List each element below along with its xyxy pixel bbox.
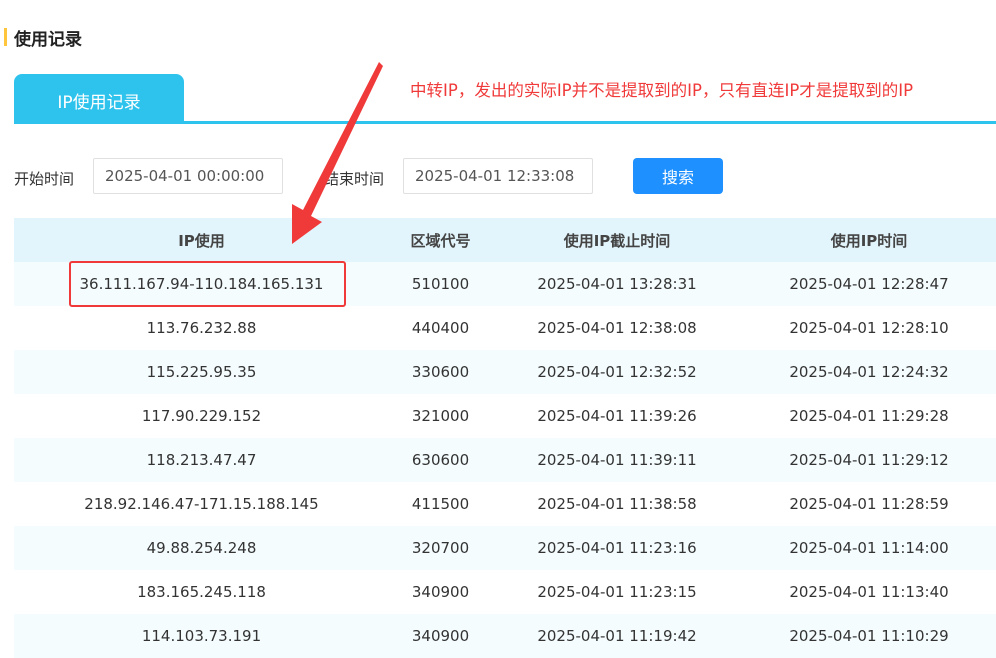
cell-region-code: 510100 — [389, 262, 492, 306]
cell-use-time: 2025-04-01 12:24:32 — [742, 350, 996, 394]
cell-expiry-time: 2025-04-01 11:38:58 — [492, 482, 742, 526]
cell-expiry-time: 2025-04-01 11:19:42 — [492, 614, 742, 658]
cell-ip: 183.165.245.118 — [14, 570, 389, 614]
cell-expiry-time: 2025-04-01 11:39:26 — [492, 394, 742, 438]
table-row: 36.111.167.94-110.184.165.131 510100 202… — [14, 262, 996, 306]
start-time-label: 开始时间 — [14, 170, 75, 188]
cell-expiry-time: 2025-04-01 12:32:52 — [492, 350, 742, 394]
table-row: 113.76.232.88 440400 2025-04-01 12:38:08… — [14, 306, 996, 350]
page-title: 使用记录 — [14, 29, 82, 50]
table-row: 118.213.47.47 630600 2025-04-01 11:39:11… — [14, 438, 996, 482]
cell-region-code: 340900 — [389, 614, 492, 658]
cell-region-code: 440400 — [389, 306, 492, 350]
cell-use-time: 2025-04-01 12:28:10 — [742, 306, 996, 350]
cell-use-time: 2025-04-01 11:28:59 — [742, 482, 996, 526]
cell-expiry-time: 2025-04-01 11:23:15 — [492, 570, 742, 614]
column-header-ip: IP使用 — [14, 218, 389, 262]
cell-ip: 36.111.167.94-110.184.165.131 — [14, 262, 389, 306]
cell-use-time: 2025-04-01 11:10:29 — [742, 614, 996, 658]
table-row: 117.90.229.152 321000 2025-04-01 11:39:2… — [14, 394, 996, 438]
cell-region-code: 340900 — [389, 570, 492, 614]
cell-use-time: 2025-04-01 11:13:40 — [742, 570, 996, 614]
cell-ip: 117.90.229.152 — [14, 394, 389, 438]
end-time-label: 结束时间 — [324, 170, 385, 188]
cell-region-code: 330600 — [389, 350, 492, 394]
cell-use-time: 2025-04-01 11:29:28 — [742, 394, 996, 438]
cell-use-time: 2025-04-01 11:14:00 — [742, 526, 996, 570]
cell-region-code: 411500 — [389, 482, 492, 526]
table-row: 114.103.73.191 340900 2025-04-01 11:19:4… — [14, 614, 996, 658]
cell-expiry-time: 2025-04-01 11:23:16 — [492, 526, 742, 570]
cell-expiry-time: 2025-04-01 11:39:11 — [492, 438, 742, 482]
column-header-use-time: 使用IP时间 — [742, 218, 996, 262]
cell-region-code: 321000 — [389, 394, 492, 438]
cell-use-time: 2025-04-01 12:28:47 — [742, 262, 996, 306]
table-row: 183.165.245.118 340900 2025-04-01 11:23:… — [14, 570, 996, 614]
cell-ip: 115.225.95.35 — [14, 350, 389, 394]
cell-ip: 113.76.232.88 — [14, 306, 389, 350]
annotation-note: 中转IP，发出的实际IP并不是提取到的IP，只有直连IP才是提取到的IP — [410, 81, 914, 100]
column-header-region-code: 区域代号 — [389, 218, 492, 262]
table-row: 49.88.254.248 320700 2025-04-01 11:23:16… — [14, 526, 996, 570]
cell-ip: 118.213.47.47 — [14, 438, 389, 482]
cell-expiry-time: 2025-04-01 12:38:08 — [492, 306, 742, 350]
table-row: 115.225.95.35 330600 2025-04-01 12:32:52… — [14, 350, 996, 394]
section-title: 使用记录 — [0, 26, 82, 50]
cell-ip: 49.88.254.248 — [14, 526, 389, 570]
column-header-expiry-time: 使用IP截止时间 — [492, 218, 742, 262]
search-button[interactable]: 搜索 — [633, 158, 723, 194]
start-time-input[interactable] — [93, 158, 283, 194]
cell-region-code: 630600 — [389, 438, 492, 482]
cell-ip: 218.92.146.47-171.15.188.145 — [14, 482, 389, 526]
cell-use-time: 2025-04-01 11:29:12 — [742, 438, 996, 482]
table-header-row: IP使用 区域代号 使用IP截止时间 使用IP时间 — [14, 218, 996, 262]
ip-usage-table: IP使用 区域代号 使用IP截止时间 使用IP时间 36.111.167.94-… — [14, 218, 996, 658]
table-row: 218.92.146.47-171.15.188.145 411500 2025… — [14, 482, 996, 526]
end-time-input[interactable] — [403, 158, 593, 194]
cell-ip: 114.103.73.191 — [14, 614, 389, 658]
cell-expiry-time: 2025-04-01 13:28:31 — [492, 262, 742, 306]
title-accent-bar — [4, 28, 7, 46]
cell-region-code: 320700 — [389, 526, 492, 570]
tab-ip-usage-records[interactable]: IP使用记录 — [14, 74, 184, 121]
